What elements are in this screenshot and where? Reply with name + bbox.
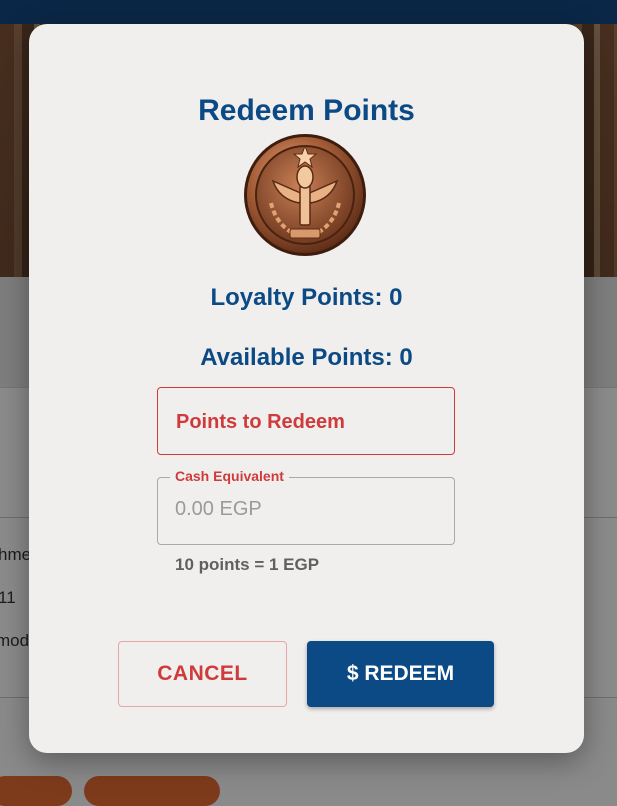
cash-equivalent-field: Cash Equivalent [157,468,455,545]
cash-equivalent-label: Cash Equivalent [170,468,289,484]
dialog-title: Redeem Points [198,94,415,127]
cash-equivalent-input[interactable] [175,498,435,521]
cancel-button[interactable]: CANCEL [118,641,287,707]
bronze-medal-icon [244,134,366,256]
loyalty-points-text: Loyalty Points: 0 [210,284,403,311]
available-points-text: Available Points: 0 [200,344,413,371]
points-to-redeem-field[interactable]: Points to Redeem [157,387,455,455]
redeem-button[interactable]: $ REDEEM [307,641,494,707]
redeem-points-dialog: Redeem Points Loyalty Points: 0 Availabl… [29,24,584,753]
conversion-rate-hint: 10 points = 1 EGP [175,555,320,574]
points-to-redeem-label: Points to Redeem [176,411,345,433]
